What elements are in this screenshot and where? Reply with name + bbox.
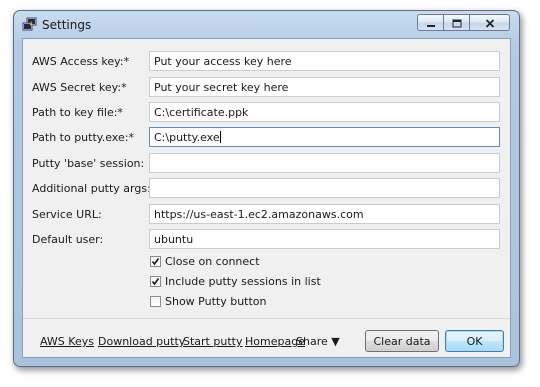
putty-args-input[interactable] (149, 178, 500, 198)
window-title: Settings (42, 18, 92, 32)
show-putty-button-option[interactable]: Show Putty button (150, 293, 267, 309)
checkmark-icon (151, 277, 160, 285)
download-putty-link[interactable]: Download putty (98, 335, 185, 348)
close-icon (485, 13, 495, 32)
maximize-icon (452, 13, 462, 32)
window-controls (417, 14, 510, 31)
minimize-button[interactable] (417, 14, 443, 31)
base-session-row: Putty 'base' session: (23, 153, 510, 175)
putty-path-input[interactable]: C:\putty.exe (149, 127, 500, 147)
clear-data-button[interactable]: Clear data (365, 330, 439, 352)
close-on-connect-label: Close on connect (165, 254, 260, 268)
start-putty-link[interactable]: Start putty (183, 335, 242, 348)
include-sessions-option[interactable]: Include putty sessions in list (150, 273, 321, 289)
settings-form: AWS Access key:* Put your access key her… (22, 38, 511, 358)
putty-args-row: Additional putty args: (23, 178, 510, 200)
service-url-row: Service URL: https://us-east-1.ec2.amazo… (23, 204, 510, 226)
title-bar[interactable]: Settings (14, 11, 519, 37)
base-session-input[interactable] (149, 153, 500, 173)
secret-key-input[interactable]: Put your secret key here (149, 77, 500, 97)
aws-keys-link[interactable]: AWS Keys (40, 335, 94, 348)
putty-path-row: Path to putty.exe:* C:\putty.exe (23, 127, 510, 149)
service-url-label: Service URL: (32, 208, 102, 221)
key-file-row: Path to key file:* C:\certificate.ppk (23, 102, 510, 124)
default-user-input[interactable]: ubuntu (149, 229, 500, 249)
default-user-label: Default user: (32, 233, 104, 246)
footer-divider (23, 318, 510, 319)
service-url-input[interactable]: https://us-east-1.ec2.amazonaws.com (149, 204, 500, 224)
show-putty-button-checkbox[interactable] (150, 295, 161, 307)
close-on-connect-option[interactable]: Close on connect (150, 253, 260, 269)
close-button[interactable] (469, 14, 510, 31)
text-caret (219, 131, 221, 143)
putty-terminal-icon (22, 17, 37, 32)
minimize-icon (426, 13, 436, 32)
key-file-label: Path to key file:* (32, 106, 123, 119)
key-file-input[interactable]: C:\certificate.ppk (149, 102, 500, 122)
default-user-row: Default user: ubuntu (23, 229, 510, 251)
maximize-button[interactable] (443, 14, 469, 31)
share-menu[interactable]: Share ▼ (296, 335, 340, 348)
access-key-input[interactable]: Put your access key here (149, 51, 500, 71)
include-sessions-label: Include putty sessions in list (165, 274, 321, 288)
secret-key-label: AWS Secret key:* (32, 81, 127, 94)
access-key-row: AWS Access key:* Put your access key her… (23, 51, 510, 73)
base-session-label: Putty 'base' session: (32, 157, 145, 170)
ok-button[interactable]: OK (445, 330, 504, 352)
putty-path-value: C:\putty.exe (154, 131, 220, 144)
checkmark-icon (151, 257, 160, 265)
putty-args-label: Additional putty args: (32, 182, 151, 195)
access-key-label: AWS Access key:* (32, 55, 130, 68)
putty-path-label: Path to putty.exe:* (32, 131, 134, 144)
close-on-connect-checkbox[interactable] (150, 255, 161, 267)
show-putty-button-label: Show Putty button (165, 294, 267, 308)
include-sessions-checkbox[interactable] (150, 275, 161, 287)
secret-key-row: AWS Secret key:* Put your secret key her… (23, 77, 510, 99)
settings-window: Settings AWS Access key:* Put your acces… (13, 10, 520, 367)
